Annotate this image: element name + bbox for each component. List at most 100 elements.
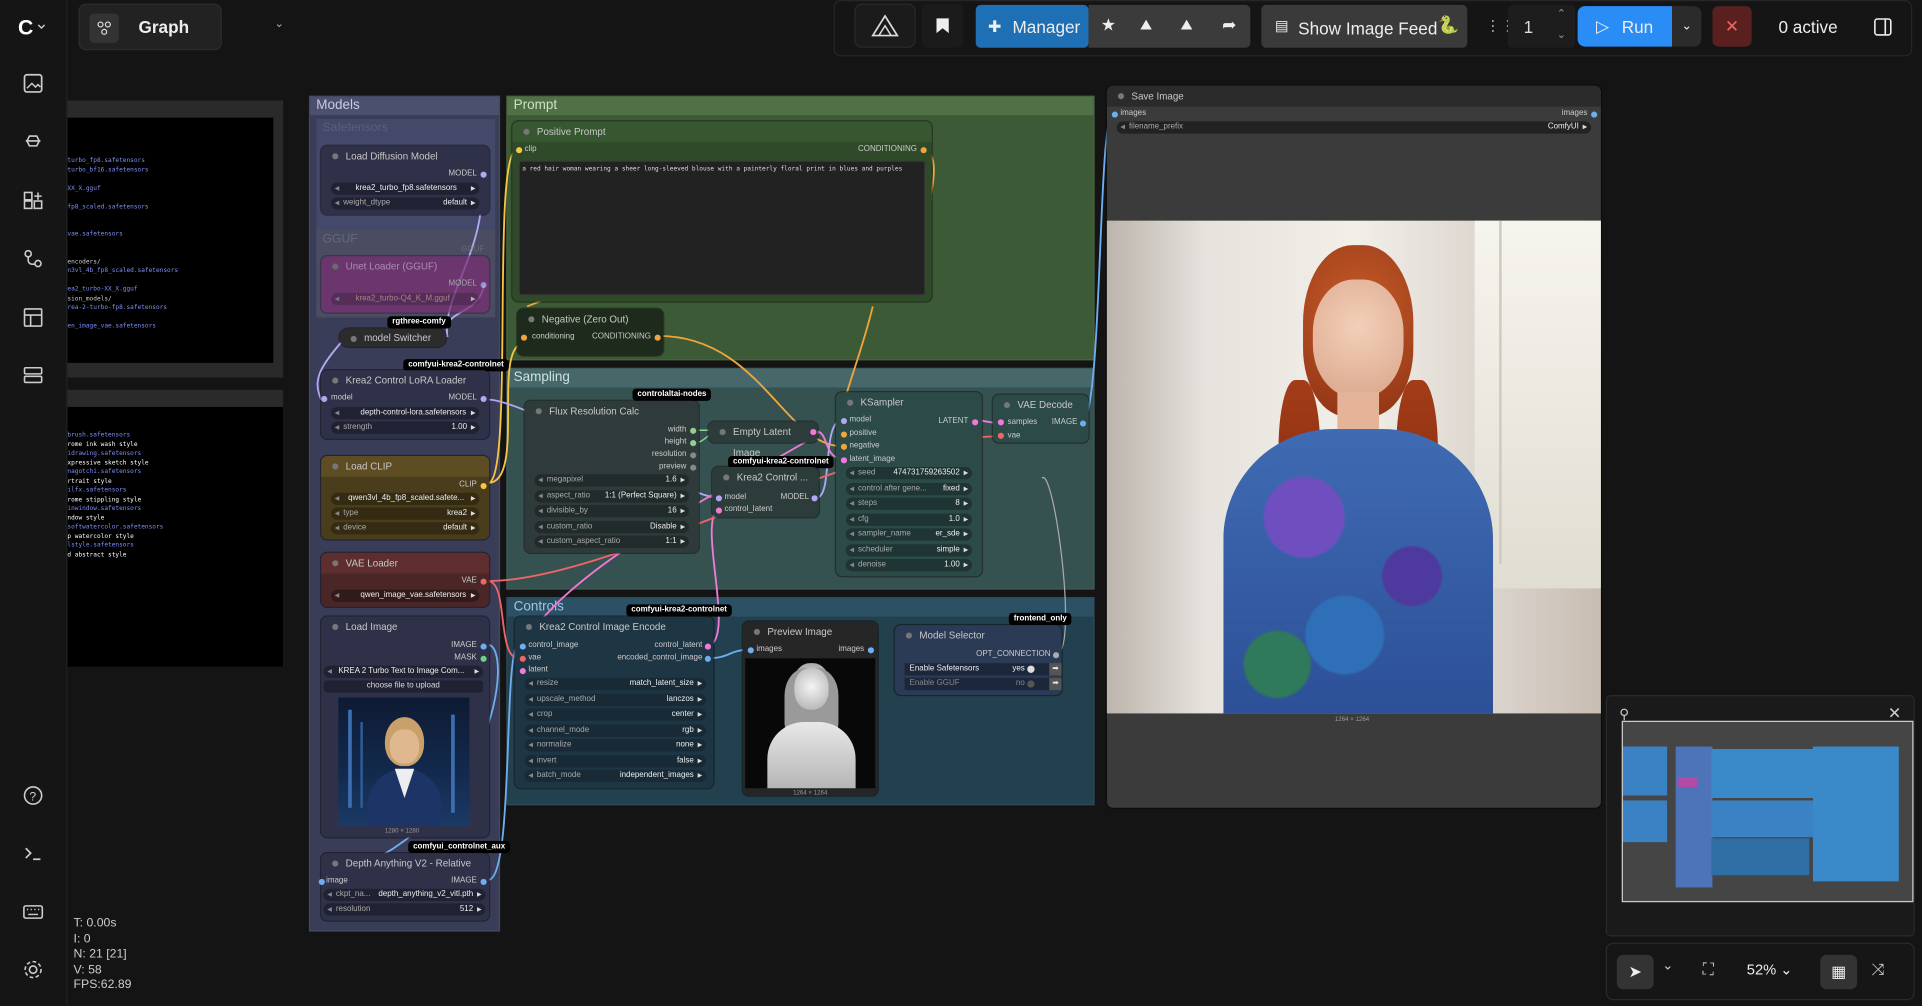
input-images-slot[interactable] [747, 647, 754, 654]
graph-tab[interactable]: Graph ⌄ [78, 3, 284, 51]
output-image-slot[interactable] [480, 643, 487, 650]
widget-sampler-name[interactable]: sampler_name er_sde [845, 528, 973, 541]
widget-scheduler[interactable]: scheduler simple [845, 543, 973, 556]
cancel-close-icon[interactable]: ✕ [1712, 6, 1752, 47]
fit-view-icon[interactable]: ⛶ [1703, 960, 1714, 980]
output-image-slot[interactable] [480, 878, 487, 886]
output-model-slot[interactable] [480, 395, 487, 403]
input-control-image-slot[interactable] [519, 643, 526, 650]
input-vae-slot[interactable] [519, 655, 526, 662]
templates-icon[interactable] [17, 302, 49, 334]
input-model-slot[interactable] [715, 495, 722, 502]
output-model-slot[interactable] [480, 171, 487, 178]
widget-aspect-ratio[interactable]: aspect_ratio 1:1 (Perfect Square) [534, 489, 689, 502]
widget-custom-ratio[interactable]: custom_ratio Disable [534, 520, 689, 533]
widget-custom-aspect-ratio[interactable]: custom_aspect_ratio 1:1 [534, 535, 689, 548]
select-pointer-icon[interactable]: ➤ [1616, 954, 1654, 990]
clip-device-widget[interactable]: devicedefault [330, 522, 480, 535]
output-latent-slot[interactable] [972, 419, 979, 426]
image-file-widget[interactable]: KREA 2 Turbo Text to Image Com... [323, 665, 483, 678]
input-negative-slot[interactable] [840, 443, 848, 450]
ckpt-name-widget[interactable]: ckpt_na...depth_anything_v2_vitl.pth [323, 888, 486, 901]
output-width-slot[interactable] [690, 427, 697, 434]
decrement-icon[interactable]: ⌄ [1557, 28, 1566, 41]
output-images-slot[interactable] [867, 647, 874, 654]
widget-resize[interactable]: resize match_latent_size [524, 677, 707, 691]
minimap-viewport[interactable] [1621, 720, 1914, 903]
run-button[interactable]: ▷ Run [1577, 6, 1672, 47]
widget-divisible-by[interactable]: divisible_by 16 [534, 505, 689, 518]
unet-gguf-widget[interactable]: krea2_turbo-Q4_K_M.gguf [330, 292, 480, 306]
positive-prompt-textarea[interactable]: a red hair woman wearing a sheer long-sl… [518, 160, 926, 296]
input-vae-slot[interactable] [997, 432, 1004, 439]
models-icon[interactable] [17, 125, 49, 157]
comfyui-canvas[interactable]: C ? Graph ⌄ ✚ Manager ★ ⛰ ⛰ ➦ ▤ Show Ima… [0, 0, 1922, 1006]
widget-control-after-gene-[interactable]: control after gene... fixed [845, 482, 973, 495]
keyboard-icon[interactable] [17, 896, 49, 928]
output-preview-slot[interactable] [690, 464, 697, 471]
load-diffusion-model-node[interactable]: Load Diffusion Model MODEL krea2_turbo_f… [321, 145, 490, 215]
output-resolution-slot[interactable] [690, 452, 697, 459]
widget-crop[interactable]: crop center [524, 708, 707, 721]
output-image-slot[interactable] [1079, 420, 1087, 427]
terminal-icon[interactable] [17, 837, 49, 869]
output-control-latent-slot[interactable] [704, 643, 711, 650]
filename-prefix-input[interactable]: filename_prefixComfyUI [1116, 121, 1592, 134]
flux-resolution-calc-node[interactable]: Flux Resolution Calc width height resoluti… [524, 400, 699, 553]
output-model-slot[interactable] [811, 495, 818, 502]
vae-loader-node[interactable]: VAE Loader VAE qwen_image_vae.safetensor… [321, 552, 490, 607]
input-model-slot[interactable] [321, 395, 328, 403]
input-control-latent-slot[interactable] [715, 507, 722, 514]
resolution-widget[interactable]: resolution512 [323, 903, 486, 916]
share-arrow-icon[interactable]: ➦ [1222, 15, 1236, 36]
node-library-icon[interactable] [17, 185, 49, 217]
positive-prompt-node[interactable]: Positive Prompt clip CONDITIONING a red … [512, 121, 932, 302]
krea2-control-lora-loader-node[interactable]: Krea2 Control LoRA Loader model MODEL de… [321, 370, 490, 439]
input-latent_image-slot[interactable] [840, 456, 848, 463]
clip-type-widget[interactable]: typekrea2 [330, 507, 480, 520]
triangle-logo-icon[interactable]: ⛰ [1140, 16, 1152, 34]
krea2-control-node[interactable]: Krea2 Control ... model control_latent M… [712, 467, 819, 518]
strength-widget[interactable]: strength1.00 [330, 421, 480, 434]
comfy-logo-icon[interactable]: C [16, 11, 48, 43]
negative-zero-out-node[interactable]: Negative (Zero Out) conditioning CONDITI… [517, 308, 664, 356]
output-conditioning-slot[interactable] [654, 334, 661, 341]
input-positive-slot[interactable] [840, 430, 848, 437]
model-switcher-node[interactable]: model Switcher [339, 328, 447, 347]
images-icon[interactable] [17, 67, 49, 99]
star-icon[interactable]: ★ [1101, 15, 1116, 36]
vae-name-widget[interactable]: qwen_image_vae.safetensors [330, 589, 480, 602]
widget-batch-mode[interactable]: batch_mode independent_images [524, 769, 707, 783]
unet-name-widget[interactable]: krea2_turbo_fp8.safetensors [330, 182, 480, 195]
widget-denoise[interactable]: denoise 1.00 [845, 558, 973, 572]
output-height-slot[interactable] [690, 440, 697, 447]
input-model-slot[interactable] [840, 417, 848, 425]
output-mask-slot[interactable] [480, 655, 487, 662]
increment-icon[interactable]: ⌃ [1557, 7, 1566, 20]
triangle-logo-alt-icon[interactable]: ⛰ [1180, 16, 1192, 34]
input-latent-slot[interactable] [519, 668, 526, 675]
widget-steps[interactable]: steps 8 [845, 497, 973, 510]
minimap-panel[interactable]: ⚲ ✕ [1605, 695, 1915, 937]
zoom-level[interactable]: 52% ⌄ [1747, 961, 1793, 978]
help-icon[interactable]: ? [17, 780, 49, 812]
krea2-control-image-encode-node[interactable]: Krea2 Control Image Encode control_image… [514, 616, 714, 789]
input-clip-slot[interactable] [516, 147, 523, 154]
show-image-feed-button[interactable]: ▤ Show Image Feed 🐍 [1261, 4, 1468, 48]
pointer-mode-chevron-icon[interactable]: ⌄ [1662, 957, 1673, 974]
hide-links-icon[interactable]: ⤨ [1872, 960, 1885, 980]
empty-latent-image-node[interactable]: Empty Latent Image [708, 421, 818, 458]
minimap-toggle-icon[interactable]: ▦ [1820, 954, 1858, 990]
enable-safetensors-toggle[interactable]: Enable Safetensors yes ➡ [904, 663, 1062, 676]
lora-name-widget[interactable]: depth-control-lora.safetensors [330, 406, 480, 420]
output-latent-slot[interactable] [810, 429, 817, 436]
widget-megapixel[interactable]: megapixel 1.6 [534, 474, 689, 487]
output-connection-slot[interactable] [1052, 652, 1060, 659]
load-clip-node[interactable]: Load CLIP CLIP qwen3vl_4b_fp8_scaled.saf… [321, 455, 490, 540]
output-conditioning-slot[interactable] [920, 147, 927, 154]
widget-normalize[interactable]: normalize none [524, 739, 707, 752]
output-images-slot[interactable] [1591, 111, 1598, 118]
toggle-panel-icon[interactable] [1863, 6, 1902, 46]
upload-button[interactable]: choose file to upload [323, 680, 483, 693]
run-options-chevron-icon[interactable]: ⌄ [1671, 6, 1702, 47]
